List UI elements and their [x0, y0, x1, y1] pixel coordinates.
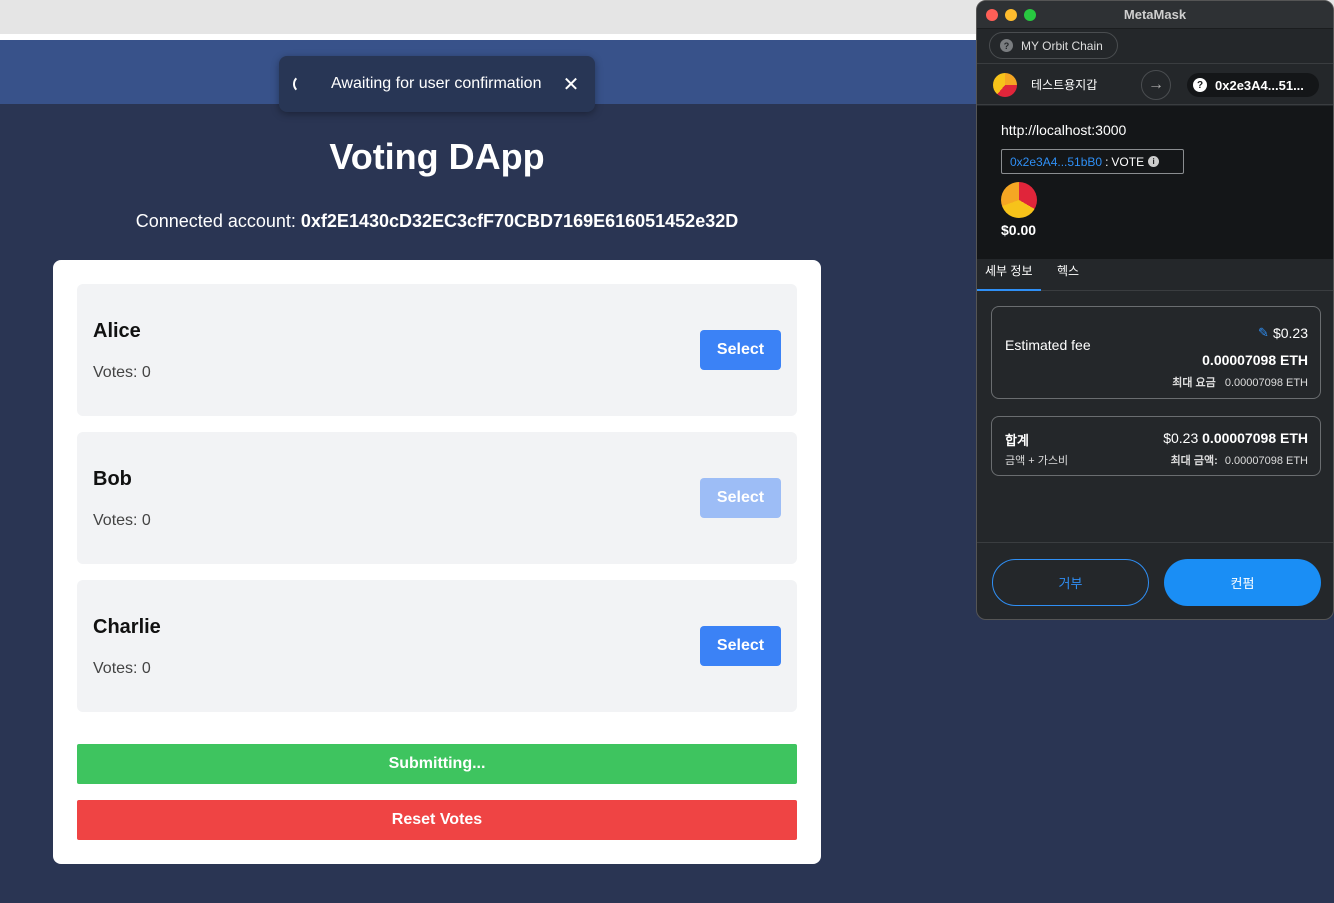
method-separator: :	[1105, 154, 1109, 169]
confirm-button[interactable]: 컨펌	[1164, 559, 1321, 606]
metamask-window: MetaMask ? MY Orbit Chain 테스트용지갑 → ? 0x2…	[976, 0, 1334, 620]
close-icon[interactable]: ✕	[561, 72, 581, 97]
info-icon[interactable]: i	[1148, 156, 1160, 167]
contract-address[interactable]: 0x2e3A4...51bB0	[1010, 155, 1102, 169]
account-transfer-row: 테스트용지갑 → ? 0x2e3A4...51...	[977, 63, 1333, 105]
reject-button[interactable]: 거부	[992, 559, 1149, 606]
candidate-votes: Votes: 0	[93, 512, 151, 529]
total-sublabel: 금액 + 가스비	[1005, 455, 1069, 467]
max-fee-value: 0.00007098 ETH	[1224, 377, 1308, 389]
total-label: 합계	[1005, 433, 1029, 448]
voting-card: Alice Votes: 0 Select Bob Votes: 0 Selec…	[53, 260, 821, 864]
reset-votes-button[interactable]: Reset Votes	[77, 800, 797, 840]
contract-method-chip[interactable]: 0x2e3A4...51bB0 : VOTE i	[1001, 149, 1184, 174]
candidate-name: Charlie	[93, 616, 161, 638]
transaction-origin-panel: http://localhost:3000 0x2e3A4...51bB0 : …	[977, 106, 1333, 259]
confirmation-toast: Awaiting for user confirmation ✕	[279, 56, 595, 112]
arrow-right-icon: →	[1141, 70, 1171, 100]
question-icon: ?	[1193, 78, 1207, 92]
fee-eth: 0.00007098 ETH	[1202, 352, 1308, 368]
max-fee-label: 최대 요금	[1172, 377, 1216, 389]
total-box: 합계 금액 + 가스비 $0.23 0.00007098 ETH 최대 금액: …	[991, 416, 1321, 476]
tab-details[interactable]: 세부 정보	[977, 259, 1041, 291]
metamask-title: MetaMask	[1123, 7, 1187, 22]
max-fee: 최대 요금 0.00007098 ETH	[1172, 374, 1308, 390]
fee-label: Estimated fee	[1005, 337, 1091, 353]
detail-tabs: 세부 정보 헥스	[977, 259, 1333, 291]
connected-account: Connected account: 0xf2E1430cD32EC3cfF70…	[0, 211, 874, 232]
to-account-pill[interactable]: ? 0x2e3A4...51...	[1187, 73, 1319, 97]
network-selector[interactable]: ? MY Orbit Chain	[989, 32, 1118, 59]
metamask-footer: 거부 컨펌	[977, 542, 1333, 619]
estimated-fee-box: Estimated fee ✎ $0.23 0.00007098 ETH 최대 …	[991, 306, 1321, 399]
max-amount-value: 0.00007098 ETH	[1224, 455, 1308, 467]
method-name: VOTE	[1111, 154, 1145, 169]
fee-usd-value: $0.23	[1272, 325, 1308, 341]
origin-url: http://localhost:3000	[1001, 122, 1127, 138]
fee-usd: ✎ $0.23	[1258, 325, 1308, 341]
toast-message: Awaiting for user confirmation	[331, 75, 542, 92]
candidate-card-alice: Alice Votes: 0 Select	[77, 284, 797, 416]
candidate-card-charlie: Charlie Votes: 0 Select	[77, 580, 797, 712]
candidate-votes: Votes: 0	[93, 364, 151, 381]
metamask-titlebar: MetaMask	[977, 1, 1333, 29]
from-account-avatar	[993, 73, 1017, 97]
select-bob-button[interactable]: Select	[700, 478, 781, 518]
spinner-icon	[293, 75, 311, 93]
select-charlie-button[interactable]: Select	[700, 626, 781, 666]
candidate-card-bob: Bob Votes: 0 Select	[77, 432, 797, 564]
contract-avatar	[1001, 182, 1037, 218]
select-alice-button[interactable]: Select	[700, 330, 781, 370]
candidate-name: Alice	[93, 320, 141, 342]
total-value: $0.23 0.00007098 ETH	[1163, 430, 1308, 446]
account-label: Connected account:	[135, 211, 296, 231]
network-name: MY Orbit Chain	[1021, 38, 1103, 53]
total-eth: 0.00007098 ETH	[1202, 430, 1308, 446]
page-title: Voting DApp	[329, 136, 545, 177]
transaction-value: $0.00	[1001, 222, 1037, 238]
account-address: 0xf2E1430cD32EC3cfF70CBD7169E616051452e3…	[300, 211, 739, 231]
tab-hex[interactable]: 헥스	[1049, 259, 1087, 291]
to-account-address: 0x2e3A4...51...	[1215, 77, 1304, 93]
max-amount-label: 최대 금액:	[1170, 455, 1218, 467]
submit-vote-button[interactable]: Submitting...	[77, 744, 797, 784]
candidate-votes: Votes: 0	[93, 660, 151, 677]
edit-icon[interactable]: ✎	[1258, 325, 1269, 341]
max-amount: 최대 금액: 0.00007098 ETH	[1171, 452, 1308, 468]
total-usd: $0.23	[1163, 430, 1199, 446]
question-icon: ?	[1000, 39, 1013, 52]
candidate-name: Bob	[93, 468, 132, 490]
from-account-name: 테스트용지갑	[1031, 78, 1098, 92]
